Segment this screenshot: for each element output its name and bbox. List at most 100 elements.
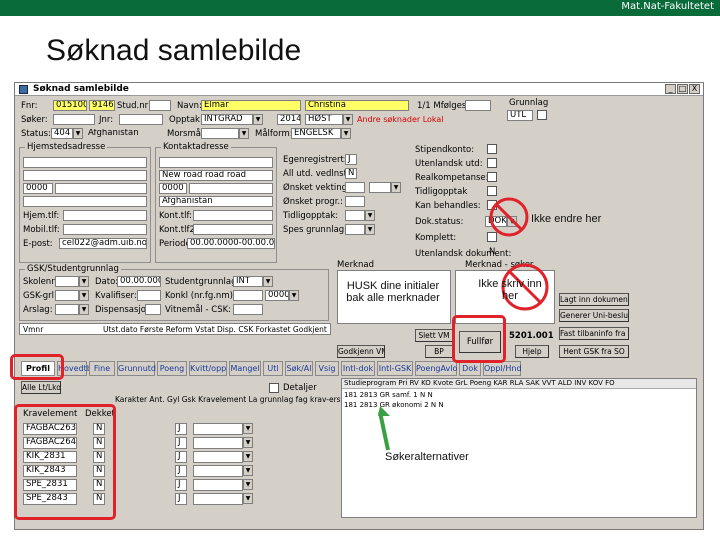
skolenr-dropdown-icon[interactable]: ▼ <box>79 276 89 287</box>
opptak-input[interactable]: INTGRAD <box>201 114 253 125</box>
lagt-inn-dokument-button[interactable]: Lagt inn dokument <box>559 293 629 306</box>
hjem-city-input[interactable] <box>55 183 147 194</box>
krav-dropdown-icon[interactable]: ▼ <box>243 423 253 434</box>
tab-intl-dok[interactable]: Intl-dok <box>341 361 375 376</box>
maximize-button[interactable]: □ <box>677 84 688 94</box>
arslag-input[interactable] <box>55 304 79 315</box>
onsket-vekting-input-2[interactable] <box>369 182 391 193</box>
epost-input[interactable]: cel022@adm.uib.no <box>59 238 147 249</box>
vekting-dropdown-icon[interactable]: ▼ <box>391 182 401 193</box>
kontakt-city-input[interactable] <box>189 183 273 194</box>
onsket-vekting-input[interactable] <box>345 182 365 193</box>
krav-dropdown-icon[interactable]: ▼ <box>243 493 253 504</box>
generer-button[interactable]: Generer Uni-beslutning <box>559 309 629 322</box>
alt-table-row[interactable]: 181 2813 GR samf. 1 N N <box>344 391 433 399</box>
fnr-suffix-input[interactable]: 91467 <box>89 100 115 111</box>
tab-intl-gsk[interactable]: Intl-GSK <box>377 361 413 376</box>
hjem-zip-input[interactable]: 0000 <box>23 183 53 194</box>
arslag-dropdown-icon[interactable]: ▼ <box>79 304 89 315</box>
skolenr-input[interactable] <box>55 276 79 287</box>
krav-dropdown-icon[interactable]: ▼ <box>243 451 253 462</box>
hent-gsk-button[interactable]: Hent GSK fra SO <box>559 345 629 358</box>
bp-button[interactable]: BP <box>425 345 453 358</box>
fast-kvote-button[interactable]: Fast tilbaninfo fra SO <box>559 327 629 340</box>
grunnlag-checkbox[interactable] <box>537 110 547 120</box>
dispensasjon-input[interactable] <box>145 304 161 315</box>
tab-vsig[interactable]: Vsig <box>315 361 339 376</box>
krav-j[interactable]: J <box>175 493 187 505</box>
tab-poeng-avlo[interactable]: PoengAvlo <box>415 361 457 376</box>
gskgrl-input[interactable] <box>55 290 79 301</box>
krav-erstatning[interactable] <box>193 465 243 477</box>
krav-dropdown-icon[interactable]: ▼ <box>243 479 253 490</box>
onsket-prog-input[interactable] <box>345 196 365 207</box>
krav-j[interactable]: J <box>175 465 187 477</box>
kont-tlf2-input[interactable] <box>193 224 273 235</box>
alle-button[interactable]: Alle Lt/Lko <box>21 381 61 394</box>
status-dropdown-icon[interactable]: ▼ <box>73 128 83 139</box>
opptak-dropdown-icon[interactable]: ▼ <box>253 114 263 125</box>
hjelp-button[interactable]: Hjelp <box>515 345 549 358</box>
morsmal-dropdown-icon[interactable]: ▼ <box>239 128 249 139</box>
malform-input[interactable]: ENGELSK <box>291 128 341 139</box>
krav-erstatning[interactable] <box>193 479 243 491</box>
hjem-address-2[interactable] <box>23 170 147 181</box>
krav-j[interactable]: J <box>175 437 187 449</box>
krav-erstatning[interactable] <box>193 493 243 505</box>
tab-dok[interactable]: Dok <box>459 361 481 376</box>
opptak-term-input[interactable]: HØST <box>305 114 343 125</box>
hjem-address-1[interactable] <box>23 157 147 168</box>
tab-kvitt[interactable]: Kvitt/opp <box>189 361 227 376</box>
first-name-input[interactable]: Elmar <box>201 100 301 111</box>
mobil-tlf-input[interactable] <box>63 224 147 235</box>
krav-j[interactable]: J <box>175 479 187 491</box>
kontakt-address-0[interactable] <box>159 157 273 168</box>
kontakt-zip-input[interactable]: 0000 <box>159 183 187 194</box>
gsk-dato-input[interactable]: 00.00.0000 <box>117 276 161 287</box>
andre-soknader-link[interactable]: Andre søknader Lokal <box>357 115 444 124</box>
soker-input[interactable] <box>53 114 95 125</box>
tidligopptak2-checkbox[interactable] <box>487 186 497 196</box>
tidligopptak-input[interactable] <box>345 210 365 221</box>
minimize-button[interactable]: _ <box>665 84 676 94</box>
utenlandsk-utd-checkbox[interactable] <box>487 158 497 168</box>
tab-poeng[interactable]: Poeng <box>157 361 187 376</box>
tab-utl[interactable]: Utl <box>263 361 283 376</box>
hjem-tlf-input[interactable] <box>63 210 147 221</box>
jnr-input[interactable] <box>119 114 163 125</box>
spes-grunnlag-dropdown-icon[interactable]: ▼ <box>365 224 375 235</box>
all-utd-input[interactable]: N <box>345 168 357 179</box>
tab-grunnutd[interactable]: Grunnutd <box>117 361 156 376</box>
tidligopptak-dropdown-icon[interactable]: ▼ <box>365 210 375 221</box>
egenregistrert-input[interactable]: J <box>345 154 357 165</box>
status-input[interactable]: 404 <box>51 128 73 139</box>
godkjenn-vm-button[interactable]: Godkjenn VM <box>337 345 385 358</box>
krav-dropdown-icon[interactable]: ▼ <box>243 437 253 448</box>
krav-erstatning[interactable] <box>193 423 243 435</box>
kont-tlf-input[interactable] <box>193 210 273 221</box>
tab-fine[interactable]: Fine <box>89 361 115 376</box>
kontakt-address-1[interactable]: New road road road <box>159 170 273 181</box>
periode-input[interactable]: 00.00.0000-00.00.0000 <box>187 238 275 249</box>
kvalifiser-input[interactable] <box>137 290 161 301</box>
tab-mangel[interactable]: Mangel <box>229 361 261 376</box>
detaljer-checkbox[interactable] <box>269 383 279 393</box>
tab-sok-al[interactable]: Søk/Al <box>285 361 313 376</box>
studentgrunnlag-input[interactable]: INT <box>233 276 263 287</box>
krav-erstatning[interactable] <box>193 437 243 449</box>
studentgrunnlag-dropdown-icon[interactable]: ▼ <box>263 276 273 287</box>
gskgrl-dropdown-icon[interactable]: ▼ <box>79 290 89 301</box>
vitnemal-input[interactable] <box>233 304 263 315</box>
fnr-input[interactable]: 015100 <box>53 100 87 111</box>
tab-oppl-hnd[interactable]: Oppl/Hnd <box>483 361 522 376</box>
malform-dropdown-icon[interactable]: ▼ <box>341 128 351 139</box>
morsmal-input[interactable] <box>201 128 239 139</box>
slett-vm-button[interactable]: Slett VM <box>415 329 453 342</box>
opptak-year-input[interactable]: 2014 <box>277 114 301 125</box>
krav-j[interactable]: J <box>175 423 187 435</box>
grunnlag-input[interactable]: UTL <box>507 110 533 121</box>
krav-dropdown-icon[interactable]: ▼ <box>243 465 253 476</box>
kontakt-country-input[interactable]: Afghanistan <box>159 196 273 207</box>
mfolges-input[interactable] <box>465 100 491 111</box>
krav-erstatning[interactable] <box>193 451 243 463</box>
